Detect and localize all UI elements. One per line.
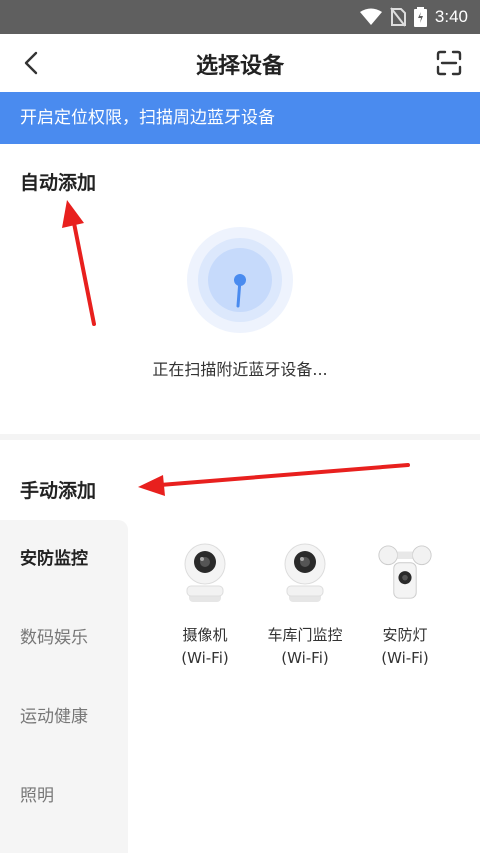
auto-add-section: 自动添加 正在扫描附近蓝牙设备... (0, 144, 480, 434)
device-security-light[interactable]: 安防灯 (Wi-Fi) (360, 538, 450, 667)
scan-icon (436, 50, 462, 76)
device-name: 安防灯 (382, 626, 428, 644)
category-sidebar: 安防监控 数码娱乐 运动健康 照明 (0, 520, 128, 853)
manual-add-section: 手动添加 安防监控 数码娱乐 运动健康 照明 摄像机 (Wi-Fi) 车库门监控… (0, 440, 480, 853)
category-security[interactable]: 安防监控 (0, 520, 128, 599)
device-connection: (Wi-Fi) (281, 649, 329, 667)
camera-icon (184, 543, 226, 602)
floodlight-icon (378, 545, 432, 599)
scan-qr-button[interactable] (434, 48, 464, 78)
category-lighting[interactable]: 照明 (0, 757, 128, 836)
status-bar: 3:40 (0, 0, 480, 34)
category-digital-entertainment[interactable]: 数码娱乐 (0, 599, 128, 678)
status-time: 3:40 (434, 7, 468, 26)
device-connection: (Wi-Fi) (381, 649, 429, 667)
scanning-status-text: 正在扫描附近蓝牙设备... (152, 360, 328, 379)
auto-add-title: 自动添加 (20, 172, 97, 194)
device-garage-monitor[interactable]: 车库门监控 (Wi-Fi) (260, 538, 350, 667)
top-app-bar: 选择设备 (0, 34, 480, 92)
manual-add-title: 手动添加 (20, 480, 97, 502)
device-name: 车库门监控 (267, 626, 343, 644)
device-camera[interactable]: 摄像机 (Wi-Fi) (160, 538, 250, 667)
wifi-icon (359, 8, 382, 25)
device-name: 摄像机 (182, 626, 228, 644)
page-title: 选择设备 (195, 54, 284, 79)
category-sports-health[interactable]: 运动健康 (0, 678, 128, 757)
device-grid: 摄像机 (Wi-Fi) 车库门监控 (Wi-Fi) 安防灯 (Wi-Fi) (160, 538, 460, 667)
no-sim-icon (390, 7, 406, 27)
camera-icon (284, 543, 326, 602)
battery-icon (413, 7, 427, 27)
location-permission-banner[interactable]: 开启定位权限，扫描周边蓝牙设备 (0, 92, 480, 144)
radar-scan-icon (187, 227, 293, 333)
device-connection: (Wi-Fi) (181, 649, 229, 667)
